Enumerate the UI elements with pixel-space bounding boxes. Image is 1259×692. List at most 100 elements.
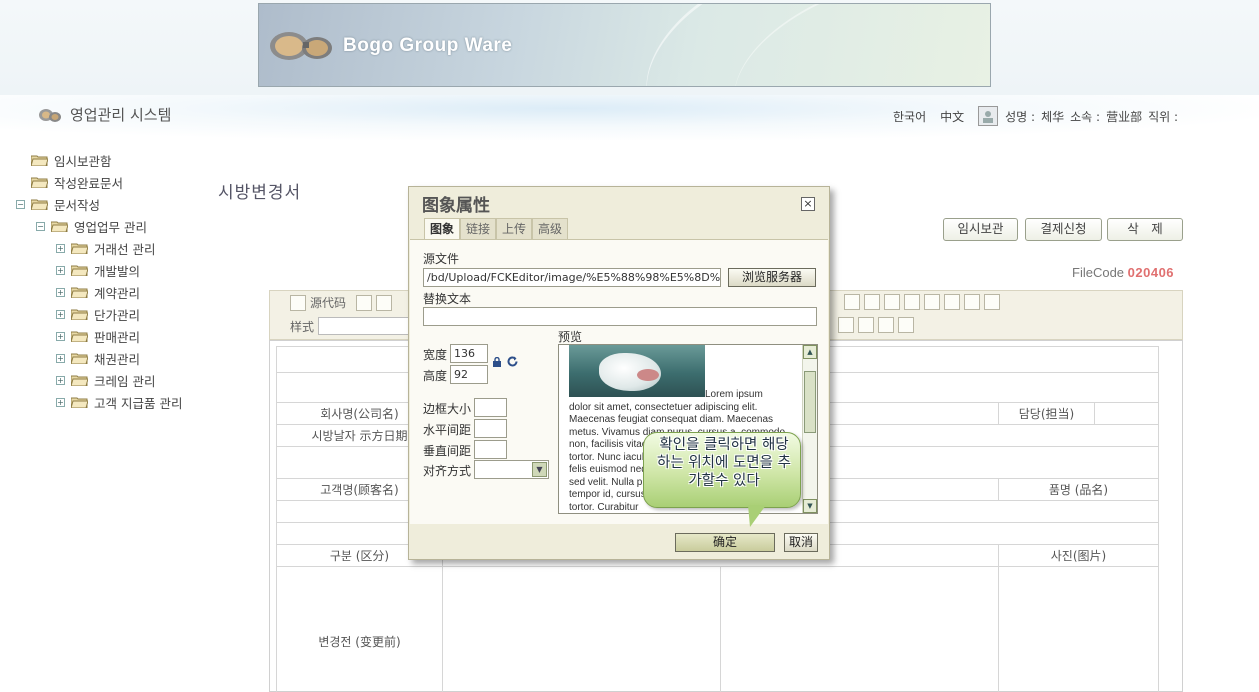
lang-chinese-link[interactable]: 中文 (940, 108, 964, 125)
preview-label: 预览 (558, 330, 583, 344)
tab-advanced[interactable]: 高级 (532, 218, 569, 239)
file-code-label: FileCode (1072, 265, 1125, 280)
tab-link[interactable]: 链接 (460, 218, 497, 239)
callout-text: 확인을 클릭하면 해당하는 위치에 도면을 추가할수 있다 (657, 437, 791, 489)
smiley-icon[interactable] (944, 294, 960, 310)
hint-callout: 확인을 클릭하면 해당하는 위치에 도면을 추가할수 있다 (643, 432, 801, 527)
lock-ratio-icon[interactable] (492, 357, 502, 367)
sidebar-item-contract[interactable]: + 계약관리 (56, 283, 140, 301)
system-title: 영업관리 시스템 (38, 104, 171, 125)
scroll-down-icon[interactable]: ▼ (803, 499, 817, 513)
sidebar-item-customer-supplies[interactable]: + 고객 지급품 관리 (56, 393, 182, 411)
dept-label: 소속 : (1070, 109, 1101, 124)
sidebar-item-claims[interactable]: + 크레임 관리 (56, 371, 155, 389)
dialog-title: 图象属性 (422, 196, 490, 216)
tab-image[interactable]: 图象 (424, 218, 461, 239)
sidebar-item-price[interactable]: + 단가관리 (56, 305, 140, 323)
sidebar-item-temp-storage[interactable]: 임시보관함 (31, 151, 112, 169)
sidebar-item-sales-mgmt[interactable]: − 영업업무 관리 (36, 217, 147, 235)
border-field[interactable] (474, 398, 507, 417)
expand-icon[interactable]: + (56, 243, 65, 253)
folder-icon (71, 331, 88, 342)
sidebar-item-label: 거래선 관리 (94, 241, 156, 257)
folder-icon (71, 397, 88, 408)
banner: Bogo Group Ware (258, 3, 991, 87)
banner-title: Bogo Group Ware (343, 35, 513, 56)
source-button-label[interactable]: 源代码 (310, 294, 346, 311)
sidebar-item-label: 개발발의 (94, 263, 141, 279)
vspace-field[interactable] (474, 440, 507, 459)
sidebar-item-completed-docs[interactable]: 작성완료문서 (31, 173, 123, 191)
scroll-up-icon[interactable]: ▲ (803, 345, 817, 359)
sidebar-item-write-docs[interactable]: − 문서작성 (16, 195, 100, 213)
sidebar-item-sales[interactable]: + 판매관리 (56, 327, 140, 345)
expand-icon[interactable]: + (56, 331, 65, 341)
expand-icon[interactable]: + (56, 309, 65, 319)
collapse-icon[interactable]: − (16, 199, 25, 209)
sidebar-item-label: 작성완료문서 (54, 175, 124, 191)
style-select[interactable] (318, 317, 411, 335)
collapse-icon[interactable]: − (36, 221, 45, 231)
print-icon[interactable] (356, 294, 373, 311)
beluga-mouth (637, 369, 659, 381)
dialog-tabs: 图象 链接 上传 高级 (424, 218, 569, 239)
help-icon[interactable] (898, 317, 914, 333)
expand-icon[interactable]: + (56, 353, 65, 363)
name-label: 성명 : (1005, 109, 1036, 124)
reset-size-icon[interactable] (506, 355, 519, 368)
cancel-button[interactable]: 取消 (784, 533, 818, 552)
rule-icon[interactable] (924, 294, 940, 310)
source-url-field[interactable]: /bd/Upload/FCKEditor/image/%E5%88%98%E5%… (423, 268, 721, 287)
height-field[interactable]: 92 (450, 365, 488, 384)
special-char-icon[interactable] (964, 294, 980, 310)
browse-server-button[interactable]: 浏览服务器 (728, 268, 816, 287)
source-icon[interactable] (290, 294, 306, 311)
hspace-field[interactable] (474, 419, 507, 438)
lang-korean-link[interactable]: 한국어 (893, 108, 926, 125)
table-icon[interactable] (904, 294, 920, 310)
delete-button[interactable]: 삭 제 (1107, 218, 1183, 241)
width-field[interactable]: 136 (450, 344, 488, 363)
bg-color-icon[interactable] (838, 317, 854, 333)
show-blocks-icon[interactable] (858, 317, 874, 333)
sidebar-item-label: 채권관리 (94, 351, 141, 367)
image-icon[interactable] (864, 294, 880, 310)
folder-icon (71, 309, 88, 320)
user-icon (983, 111, 994, 123)
anchor-icon[interactable] (844, 294, 860, 310)
close-icon[interactable]: × (801, 197, 815, 211)
sidebar-item-label: 크레임 관리 (94, 373, 156, 389)
alt-text-field[interactable] (423, 307, 817, 326)
preview-icon[interactable] (376, 294, 393, 311)
system-logo-icon (39, 108, 61, 122)
preview-scrollbar[interactable]: ▲ ▼ (802, 345, 817, 513)
toolbar-row-1: 源代码 (290, 294, 393, 311)
style-label: 样式 (290, 319, 315, 334)
scroll-thumb[interactable] (804, 371, 816, 433)
sidebar-item-client[interactable]: + 거래선 관리 (56, 239, 155, 257)
temp-save-button[interactable]: 임시보관 (943, 218, 1018, 241)
approval-button[interactable]: 결제신청 (1025, 218, 1102, 241)
file-code: FileCode 020406 (1072, 265, 1174, 280)
expand-icon[interactable]: + (56, 397, 65, 407)
zoom-icon[interactable] (878, 317, 894, 333)
sidebar-item-label: 판매관리 (94, 329, 141, 345)
ok-button[interactable]: 确定 (675, 533, 775, 552)
expand-icon[interactable]: + (56, 375, 65, 385)
sidebar-item-label: 단가관리 (94, 307, 141, 323)
toolbar-row-1-right (844, 294, 1000, 310)
flash-icon[interactable] (884, 294, 900, 310)
tab-upload[interactable]: 上传 (496, 218, 533, 239)
sidebar-item-development[interactable]: + 개발발의 (56, 261, 140, 279)
chevron-down-icon[interactable]: ▼ (532, 462, 547, 477)
page-break-icon[interactable] (984, 294, 1000, 310)
folder-icon (71, 265, 88, 276)
toolbar-row-2: 样式 (290, 317, 411, 335)
folder-open-icon (51, 221, 68, 232)
sidebar-item-receivables[interactable]: + 채권관리 (56, 349, 140, 367)
expand-icon[interactable]: + (56, 265, 65, 275)
align-select[interactable]: ▼ (474, 460, 549, 479)
dialog-footer: 确定 取消 (409, 525, 829, 559)
preview-text-first: Lorem ipsum (705, 389, 763, 400)
expand-icon[interactable]: + (56, 287, 65, 297)
